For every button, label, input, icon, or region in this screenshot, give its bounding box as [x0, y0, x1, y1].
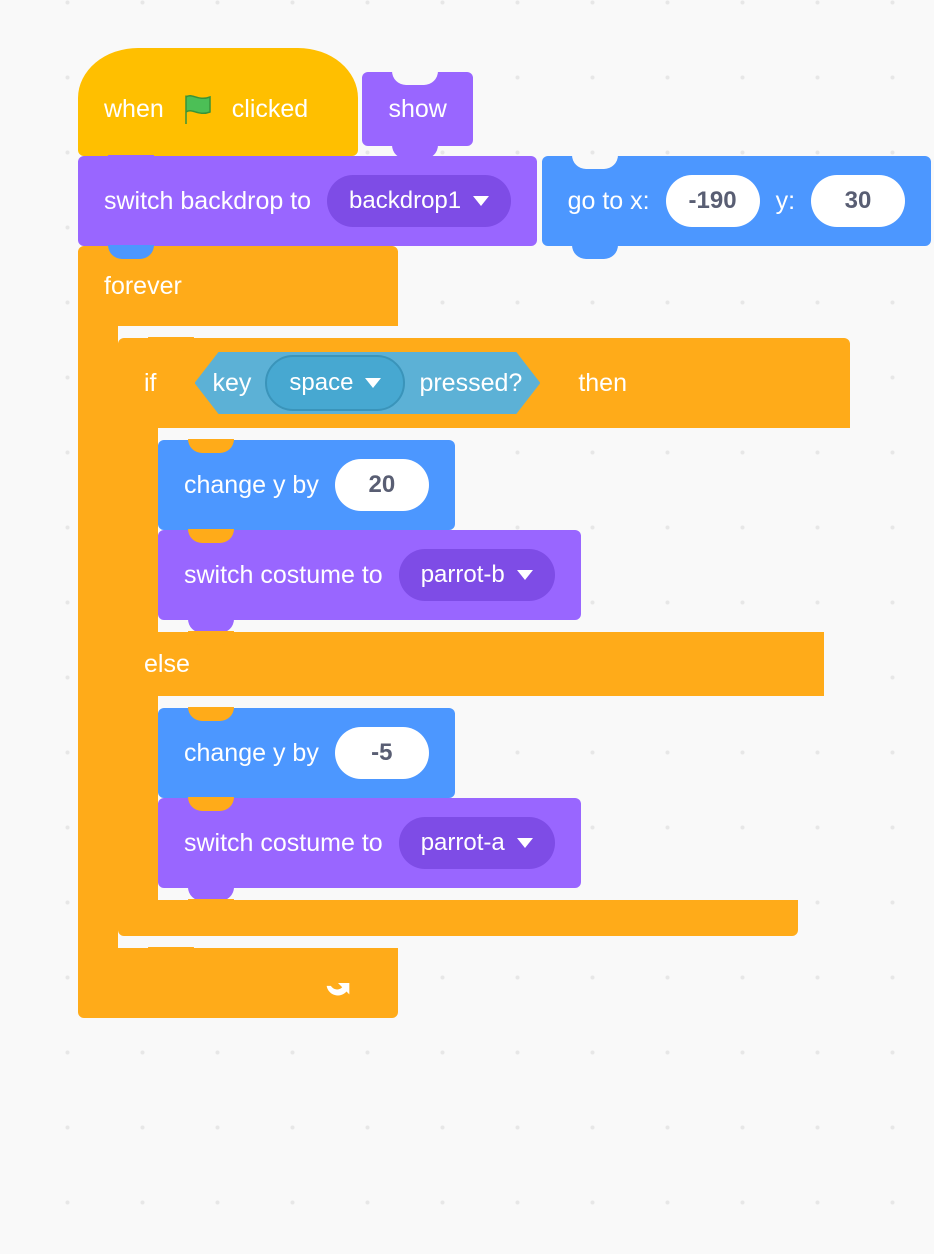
forever-block[interactable]: forever if key space: [78, 246, 398, 1018]
goto-x-label: go to x:: [568, 187, 650, 216]
change-y-up-label: change y by: [184, 471, 319, 500]
if-head: if key space pressed? then: [118, 338, 850, 428]
else-label: else: [144, 650, 190, 679]
goto-y-label: y:: [776, 187, 795, 216]
show-label: show: [388, 95, 446, 124]
switch-costume-b-block[interactable]: switch costume to parrot-b: [158, 530, 581, 620]
chevron-down-icon: [517, 838, 533, 848]
forever-label: forever: [104, 272, 182, 301]
backdrop-dropdown[interactable]: backdrop1: [327, 175, 511, 227]
key-option: space: [289, 369, 353, 397]
chevron-down-icon: [517, 570, 533, 580]
costume-a-dropdown[interactable]: parrot-a: [399, 817, 555, 869]
switch-costume-b-label: switch costume to: [184, 561, 383, 590]
loop-arrow-icon: [321, 966, 355, 1000]
costume-b-dropdown[interactable]: parrot-b: [399, 549, 555, 601]
goto-x-input[interactable]: -190: [666, 175, 760, 227]
goto-xy-block[interactable]: go to x: -190 y: 30: [542, 156, 931, 246]
change-y-down-block[interactable]: change y by -5: [158, 708, 455, 798]
change-y-down-label: change y by: [184, 739, 319, 768]
show-block[interactable]: show: [362, 72, 472, 146]
costume-b-option: parrot-b: [421, 561, 505, 589]
key-dropdown[interactable]: space: [265, 355, 405, 411]
change-y-up-block[interactable]: change y by 20: [158, 440, 455, 530]
change-y-up-input[interactable]: 20: [335, 459, 429, 511]
if-else-block[interactable]: if key space pressed? then: [118, 338, 850, 936]
key-pressed-reporter[interactable]: key space pressed?: [195, 352, 541, 414]
switch-costume-a-label: switch costume to: [184, 829, 383, 858]
change-y-down-input[interactable]: -5: [335, 727, 429, 779]
forever-foot: [78, 948, 398, 1018]
hat-text-pre: when: [104, 95, 164, 124]
if-foot: [118, 900, 798, 936]
chevron-down-icon: [473, 196, 489, 206]
when-flag-clicked-block[interactable]: when clicked: [78, 48, 358, 156]
key-label-post: pressed?: [419, 369, 522, 398]
forever-head: forever: [78, 246, 398, 326]
green-flag-icon: [180, 91, 216, 127]
costume-a-option: parrot-a: [421, 829, 505, 857]
switch-costume-a-block[interactable]: switch costume to parrot-a: [158, 798, 581, 888]
backdrop-option: backdrop1: [349, 187, 461, 215]
key-label-pre: key: [213, 369, 252, 398]
scratch-script: when clicked show switch backdrop to bac…: [78, 48, 934, 1018]
switch-backdrop-block[interactable]: switch backdrop to backdrop1: [78, 156, 537, 246]
chevron-down-icon: [365, 378, 381, 388]
goto-y-input[interactable]: 30: [811, 175, 905, 227]
if-label: if: [144, 369, 157, 398]
switch-backdrop-label: switch backdrop to: [104, 187, 311, 216]
then-label: then: [578, 369, 627, 398]
hat-text-post: clicked: [232, 95, 308, 124]
